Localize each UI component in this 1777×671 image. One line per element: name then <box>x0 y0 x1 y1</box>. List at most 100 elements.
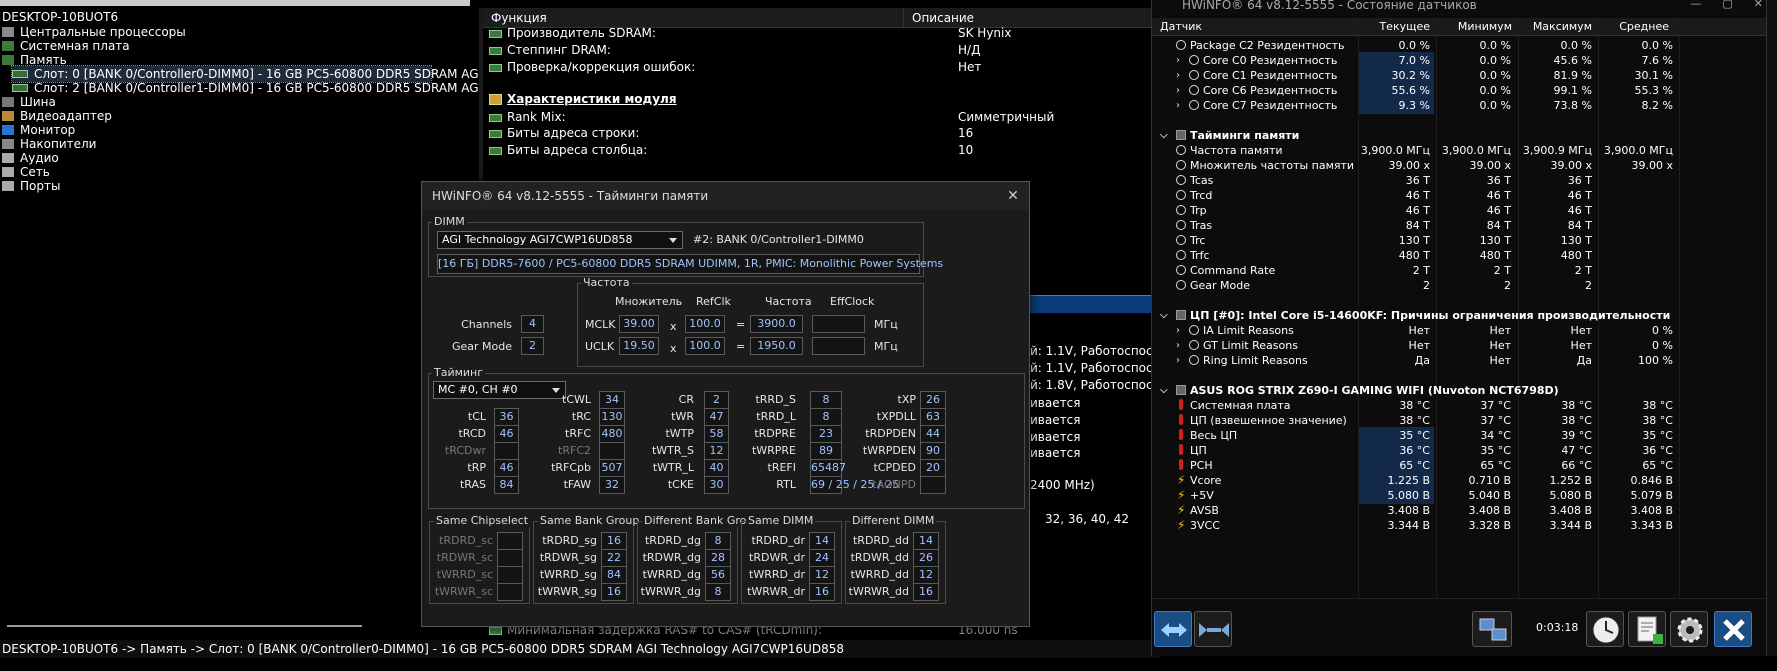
sensor-max: 2 <box>1585 279 1592 292</box>
clock-icon <box>1176 265 1186 275</box>
col-max-header[interactable]: Максимум <box>1522 18 1592 36</box>
detail-row[interactable]: Проверка/коррекция ошибок: <box>489 58 989 77</box>
freq-header-refclk: RefClk <box>696 295 731 308</box>
sensor-row[interactable]: › Core C7 Резидентность 9.3 % 0.0 % 73.8 % 8.… <box>1152 97 1772 114</box>
mclk-label: MCLK <box>585 318 616 331</box>
timing-label-trc: tRC <box>571 410 591 423</box>
mclk-equals: = <box>736 318 746 331</box>
network-monitor-button[interactable] <box>1472 611 1512 647</box>
uclk-unit: МГц <box>874 340 898 353</box>
freq-header-effclock: EffClock <box>830 295 875 308</box>
timing-value-trrd_s: 8 <box>810 391 842 409</box>
timing-label-cr: CR <box>678 393 694 406</box>
memory-timings-dialog: HWiNFO® 64 v8.12-5555 - Тайминги памяти … <box>421 181 1030 627</box>
settings-button[interactable] <box>1670 611 1708 647</box>
tree-root[interactable]: DESKTOP-10BUOT6 <box>2 9 118 25</box>
sensor-group-icon <box>1176 310 1186 320</box>
tree-item-label: Слот: 2 [BANK 0/Controller1-DIMM0] - 16 … <box>34 81 506 95</box>
timing-label-twrrd_dd: tWRRD_dd <box>850 568 909 581</box>
timing-label-twrwr_sc: tWRWR_sc <box>434 585 493 598</box>
sensor-avg <box>1599 277 1677 294</box>
mclk-times: x <box>670 320 677 333</box>
timing-value-txpdll: 63 <box>920 408 946 426</box>
timing-value-trfcpb: 507 <box>599 459 625 477</box>
channel-select-value: MC #0, CH #0 <box>438 383 518 396</box>
timing-label-txpdll: tXPDLL <box>876 410 916 423</box>
timing-value-tcl: 36 <box>494 408 519 426</box>
chevron-right-icon[interactable]: › <box>1176 97 1180 114</box>
timing-value-trdwr_sc <box>497 549 523 567</box>
detail-row[interactable]: Биты адреса столбца: <box>489 141 989 160</box>
col-avg-header[interactable]: Среднее <box>1602 18 1669 36</box>
elapsed-timer: 0:03:18 <box>1536 621 1579 634</box>
close-icon[interactable]: ✕ <box>1005 188 1021 204</box>
timing-value-trfc: 480 <box>599 425 625 443</box>
timing-value-tcwl: 34 <box>599 391 625 409</box>
section-header[interactable]: Характеристики модуля <box>489 90 989 109</box>
sensor-max: 3.344 В <box>1549 519 1592 532</box>
uclk-multiplier: 19.50 <box>619 337 659 355</box>
clock-reset-button[interactable] <box>1586 611 1624 647</box>
tree-item[interactable]: Порты <box>2 178 60 194</box>
timing-value-tcke: 30 <box>704 476 729 494</box>
dimm-select[interactable]: AGI Technology AGI7CWP16UD858 <box>437 231 683 249</box>
timing-value-twrrd_sg: 84 <box>601 566 627 584</box>
timing-value-twrrd_dg: 56 <box>705 566 731 584</box>
timing-label-twtr_l: tWTR_L <box>652 461 694 474</box>
sensor-row[interactable]: ⚡ 3VCC 3.344 В 3.328 В 3.344 В 3.343 В <box>1152 517 1772 534</box>
timing-label-tcke: tCKE <box>667 478 694 491</box>
timing-value-cr: 2 <box>704 391 729 409</box>
timing-value-trdwr_dr: 24 <box>809 549 835 567</box>
mclk-frequency: 3900.0 <box>750 315 803 333</box>
desktop-right-edge <box>1766 0 1777 656</box>
timing-label-trdwr_sc: tRDWR_sc <box>436 551 493 564</box>
close-sensors-button[interactable] <box>1714 611 1752 647</box>
tree-horizontal-scrollbar[interactable] <box>7 625 362 627</box>
sensor-row[interactable]: Gear Mode 2 2 2 <box>1152 277 1772 294</box>
detail-row-icon <box>489 46 502 55</box>
audio-icon <box>2 153 14 163</box>
timing-subgroup-title: Same Bank Group <box>538 514 642 527</box>
timing-value-trcd: 46 <box>494 425 519 443</box>
mclk-multiplier: 39.00 <box>619 315 659 333</box>
expand-arrows-button[interactable] <box>1154 611 1192 647</box>
clock-icon <box>1189 55 1199 65</box>
motherboard-icon <box>2 41 14 51</box>
uclk-refclk: 100.0 <box>685 337 725 355</box>
gear-icon <box>1677 617 1703 643</box>
timing-value-tras: 84 <box>494 476 519 494</box>
clock-icon <box>1189 355 1199 365</box>
chevron-right-icon[interactable]: › <box>1176 352 1180 369</box>
timing-value-trdpre: 23 <box>810 425 842 443</box>
window-controls[interactable]: — ▢ ✕ <box>1690 0 1763 12</box>
detail-description-fragment: 32, 36, 40, 42 <box>1045 512 1129 526</box>
sensor-row[interactable]: › Ring Limit Reasons Да Нет Да 100 % <box>1152 352 1772 369</box>
col-min-header[interactable]: Минимум <box>1444 18 1512 36</box>
timing-value-trdpden: 44 <box>920 425 946 443</box>
sensor-min: 0.0 % <box>1479 99 1511 112</box>
tree-item[interactable]: Слот: 2 [BANK 0/Controller1-DIMM0] - 16 … <box>12 80 505 96</box>
freq-header-multiplier: Множитель <box>615 295 683 308</box>
sensor-name: Ring Limit Reasons <box>1203 354 1308 367</box>
thermometer-icon <box>1179 399 1183 410</box>
collapse-arrows-button[interactable] <box>1194 611 1232 647</box>
timing-value-trp: 46 <box>494 459 519 477</box>
detail-function: Характеристики модуля <box>507 92 677 106</box>
sensor-min: 2 <box>1504 279 1511 292</box>
col-sensor-header[interactable]: Датчик <box>1160 18 1202 36</box>
add-report-button[interactable] <box>1628 611 1666 647</box>
dimm-select-value: AGI Technology AGI7CWP16UD858 <box>442 233 633 246</box>
col-current-header[interactable]: Текущее <box>1365 18 1430 36</box>
clock-icon <box>1189 100 1199 110</box>
voltage-icon: ⚡ <box>1177 488 1186 502</box>
timing-value-trdwr_sg: 22 <box>601 549 627 567</box>
dimm-group-title: DIMM <box>432 215 467 228</box>
network-computers-icon <box>1479 618 1507 641</box>
timing-label-twrrd_sc: tWRRD_sc <box>436 568 493 581</box>
sensor-name: Gear Mode <box>1190 279 1251 292</box>
device-tree[interactable]: DESKTOP-10BUOT6 Центральные процессоры Си… <box>0 9 505 621</box>
ports-icon <box>2 181 14 191</box>
drive-icon <box>2 139 14 149</box>
module-section-icon <box>489 94 502 105</box>
sensor-min: 3.328 В <box>1468 519 1511 532</box>
